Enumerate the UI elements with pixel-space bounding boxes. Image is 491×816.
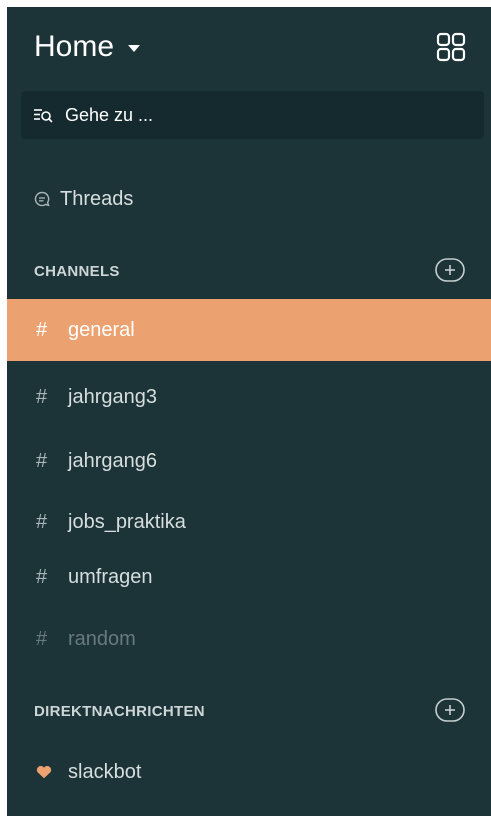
channel-name: jahrgang6 — [68, 449, 157, 472]
grid-icon[interactable] — [435, 31, 467, 63]
hash-icon: # — [36, 318, 48, 341]
hash-icon: # — [36, 510, 48, 533]
threads-label: Threads — [60, 187, 134, 210]
hash-icon: # — [36, 385, 48, 408]
dm-item-slackbot[interactable]: slackbot — [7, 744, 491, 800]
dm-section-header: DIREKTNACHRICHTEN — [7, 693, 491, 729]
dm-section-title: DIREKTNACHRICHTEN — [34, 702, 205, 720]
jump-to-label: Gehe zu ... — [65, 104, 154, 125]
heart-icon — [36, 765, 52, 779]
channel-item-general[interactable]: # general — [7, 299, 491, 361]
channel-name: general — [68, 318, 135, 341]
add-channel-icon[interactable] — [435, 257, 465, 283]
sidebar-header: Home — [7, 7, 491, 87]
jump-to-input[interactable]: Gehe zu ... — [21, 91, 484, 139]
threads-icon — [34, 191, 50, 207]
channel-name: random — [68, 627, 136, 650]
hash-icon: # — [36, 565, 48, 588]
sidebar: Home Gehe zu ... Threads CHANNELS # gene… — [7, 7, 491, 816]
channel-item-jahrgang3[interactable]: # jahrgang3 — [7, 369, 491, 425]
channels-section-header: CHANNELS — [7, 253, 491, 289]
channel-name: jahrgang3 — [68, 385, 157, 408]
caret-down-icon — [128, 44, 141, 52]
channel-item-jobs-praktika[interactable]: # jobs_praktika — [7, 494, 491, 550]
channel-item-random[interactable]: # random — [7, 611, 491, 667]
channel-item-umfragen[interactable]: # umfragen — [7, 549, 491, 605]
channel-item-jahrgang6[interactable]: # jahrgang6 — [7, 433, 491, 489]
channel-name: jobs_praktika — [68, 510, 186, 533]
hash-icon: # — [36, 449, 48, 472]
add-dm-icon[interactable] — [435, 697, 465, 723]
workspace-switcher[interactable]: Home — [34, 29, 141, 65]
channels-section-title: CHANNELS — [34, 262, 120, 280]
dm-name: slackbot — [68, 760, 142, 783]
workspace-name: Home — [34, 30, 115, 63]
hash-icon: # — [36, 627, 48, 650]
search-list-icon — [34, 109, 53, 123]
sidebar-item-threads[interactable]: Threads — [7, 179, 491, 219]
channel-name: umfragen — [68, 565, 153, 588]
